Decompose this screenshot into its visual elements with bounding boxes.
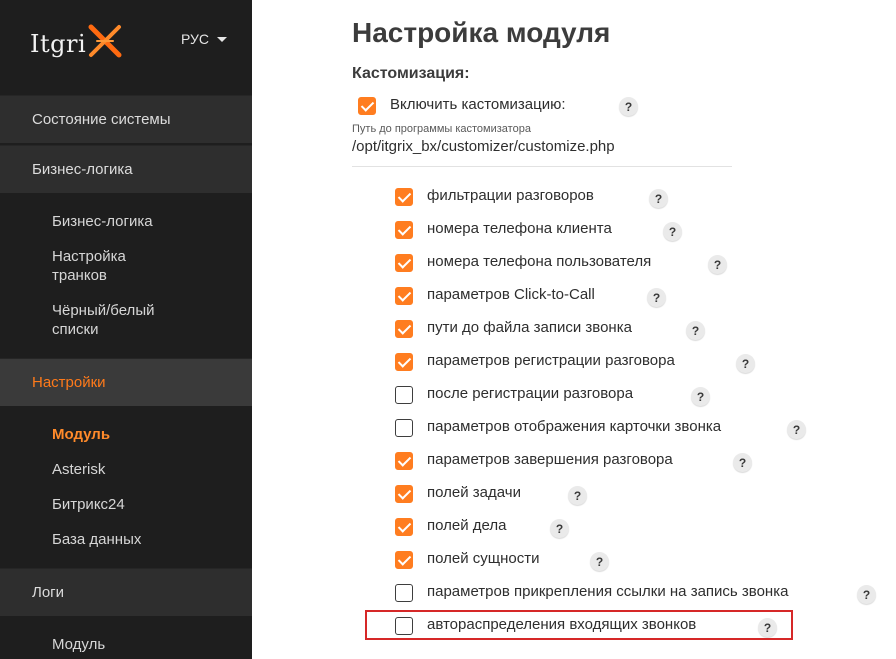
option-label: после регистрации разговора xyxy=(427,385,634,402)
option-label: фильтрации разговоров xyxy=(427,187,594,204)
sidebar-section-settings[interactable]: Настройки xyxy=(0,358,252,406)
option-checkbox[interactable] xyxy=(395,386,413,404)
option-checkbox[interactable] xyxy=(395,584,413,602)
option-label: параметров отображения карточки звонка xyxy=(427,418,722,435)
sidebar-item-trunks[interactable]: Настройка транков xyxy=(52,247,172,285)
sidebar-item-bitrix24[interactable]: Битрикс24 xyxy=(52,495,125,514)
path-value[interactable]: /opt/itgrix_bx/customizer/customize.php xyxy=(352,138,615,155)
option-checkbox[interactable] xyxy=(395,353,413,371)
highlight-box xyxy=(365,610,793,640)
sidebar-item-logs-module[interactable]: Модуль xyxy=(52,635,105,654)
help-icon[interactable]: ? xyxy=(708,255,727,274)
option-label: параметров завершения разговора xyxy=(427,451,673,468)
sidebar-section-business-logic[interactable]: Бизнес-логика xyxy=(0,145,252,193)
option-checkbox[interactable] xyxy=(395,485,413,503)
option-checkbox[interactable] xyxy=(395,419,413,437)
help-icon[interactable]: ? xyxy=(787,420,806,439)
chevron-down-icon xyxy=(217,36,228,42)
page-title: Настройка модуля xyxy=(352,17,611,48)
help-icon[interactable]: ? xyxy=(590,552,609,571)
option-checkbox[interactable] xyxy=(395,254,413,272)
help-icon[interactable]: ? xyxy=(691,387,710,406)
logo-x-icon xyxy=(88,24,122,58)
sidebar: Itgri РУС Состояние системы Бизнес-логик… xyxy=(0,0,252,659)
enable-customization-label: Включить кастомизацию: xyxy=(390,96,566,113)
logo[interactable]: Itgri xyxy=(30,24,123,64)
option-checkbox[interactable] xyxy=(395,320,413,338)
help-icon[interactable]: ? xyxy=(686,321,705,340)
sidebar-section-logs[interactable]: Логи xyxy=(0,568,252,616)
help-icon[interactable]: ? xyxy=(733,453,752,472)
option-label: полей дела xyxy=(427,517,507,534)
option-checkbox[interactable] xyxy=(395,221,413,239)
option-label: пути до файла записи звонка xyxy=(427,319,632,336)
help-icon[interactable]: ? xyxy=(663,222,682,241)
sidebar-item-business-logic[interactable]: Бизнес-логика xyxy=(52,212,153,231)
option-label: номера телефона пользователя xyxy=(427,253,652,270)
option-checkbox[interactable] xyxy=(395,518,413,536)
logo-text: Itgri xyxy=(30,30,87,58)
sidebar-item-black-white-lists[interactable]: Чёрный/белый списки xyxy=(52,301,182,339)
main-content: Настройка модуля Кастомизация: Включить … xyxy=(252,0,896,659)
language-label: РУС xyxy=(181,31,210,47)
option-label: параметров прикрепления ссылки на запись… xyxy=(427,583,789,600)
sidebar-item-asterisk[interactable]: Asterisk xyxy=(52,460,105,479)
path-label: Путь до программы кастомизатора xyxy=(352,123,531,135)
option-checkbox[interactable] xyxy=(395,188,413,206)
sidebar-item-module[interactable]: Модуль xyxy=(52,425,110,444)
sidebar-item-database[interactable]: База данных xyxy=(52,530,141,549)
help-icon[interactable]: ? xyxy=(736,354,755,373)
option-checkbox[interactable] xyxy=(395,287,413,305)
help-icon[interactable]: ? xyxy=(619,97,638,116)
option-label: параметров Click-to-Call xyxy=(427,286,595,303)
help-icon[interactable]: ? xyxy=(647,288,666,307)
option-checkbox[interactable] xyxy=(395,452,413,470)
help-icon[interactable]: ? xyxy=(857,585,876,604)
divider xyxy=(352,166,732,167)
help-icon[interactable]: ? xyxy=(550,519,569,538)
sidebar-section-system-status[interactable]: Состояние системы xyxy=(0,95,252,143)
help-icon[interactable]: ? xyxy=(649,189,668,208)
help-icon[interactable]: ? xyxy=(568,486,587,505)
section-label: Кастомизация: xyxy=(352,65,470,82)
option-label: полей сущности xyxy=(427,550,540,567)
option-label: номера телефона клиента xyxy=(427,220,612,237)
option-checkbox[interactable] xyxy=(395,551,413,569)
option-label: параметров регистрации разговора xyxy=(427,352,675,369)
enable-customization-checkbox[interactable] xyxy=(358,97,376,115)
option-label: полей задачи xyxy=(427,484,521,501)
language-selector[interactable]: РУС xyxy=(181,31,228,47)
